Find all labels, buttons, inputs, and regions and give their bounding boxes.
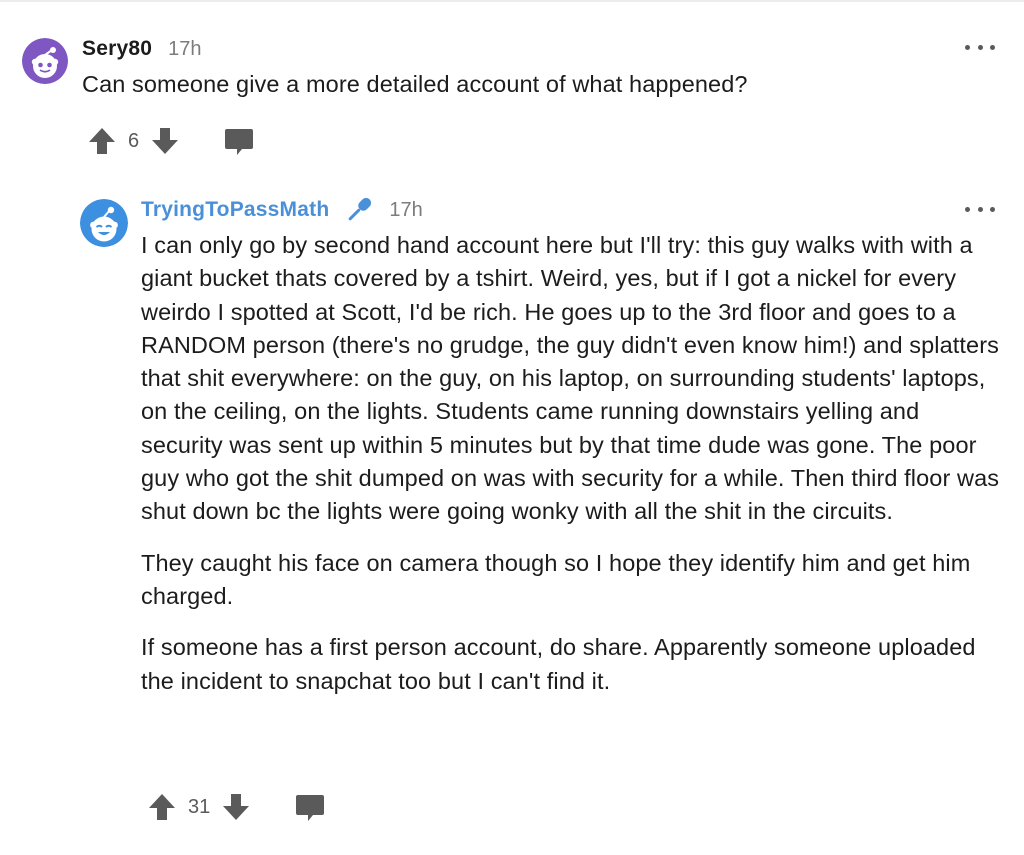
more-options-button[interactable] — [965, 199, 995, 219]
avatar[interactable] — [80, 199, 128, 247]
username[interactable]: TryingToPassMath — [141, 198, 329, 222]
timestamp: 17h — [168, 37, 202, 60]
speech-bubble-icon[interactable] — [223, 125, 255, 157]
comment-paragraph: I can only go by second hand account her… — [141, 232, 1000, 525]
more-dots-icon — [965, 206, 970, 212]
comment-body: Can someone give a more detailed account… — [82, 71, 748, 97]
comment-body: I can only go by second hand account her… — [141, 229, 1001, 716]
snoo-avatar-icon — [22, 38, 68, 84]
downvote-arrow-icon[interactable] — [149, 125, 181, 157]
comment-meta: TryingToPassMath 17h — [141, 195, 423, 225]
avatar[interactable] — [22, 38, 68, 84]
more-dots-icon — [965, 44, 970, 50]
more-options-button[interactable] — [965, 37, 995, 57]
vote-count: 31 — [188, 795, 211, 818]
top-divider — [0, 0, 1024, 2]
vote-count: 6 — [128, 129, 140, 152]
comment-actions: 6 — [86, 124, 255, 158]
snoo-avatar-icon — [80, 199, 128, 247]
comment-actions: 31 — [146, 790, 326, 824]
timestamp: 17h — [389, 198, 423, 221]
comment-paragraph: They caught his face on camera though so… — [141, 549, 971, 609]
comment-paragraph: If someone has a first person account, d… — [141, 634, 976, 694]
upvote-arrow-icon[interactable] — [146, 791, 178, 823]
upvote-arrow-icon[interactable] — [86, 125, 118, 157]
downvote-arrow-icon[interactable] — [220, 791, 252, 823]
username[interactable]: Sery80 — [82, 37, 152, 61]
comment-meta: Sery80 17h — [82, 34, 201, 64]
microphone-icon — [349, 197, 372, 221]
speech-bubble-icon[interactable] — [294, 791, 326, 823]
